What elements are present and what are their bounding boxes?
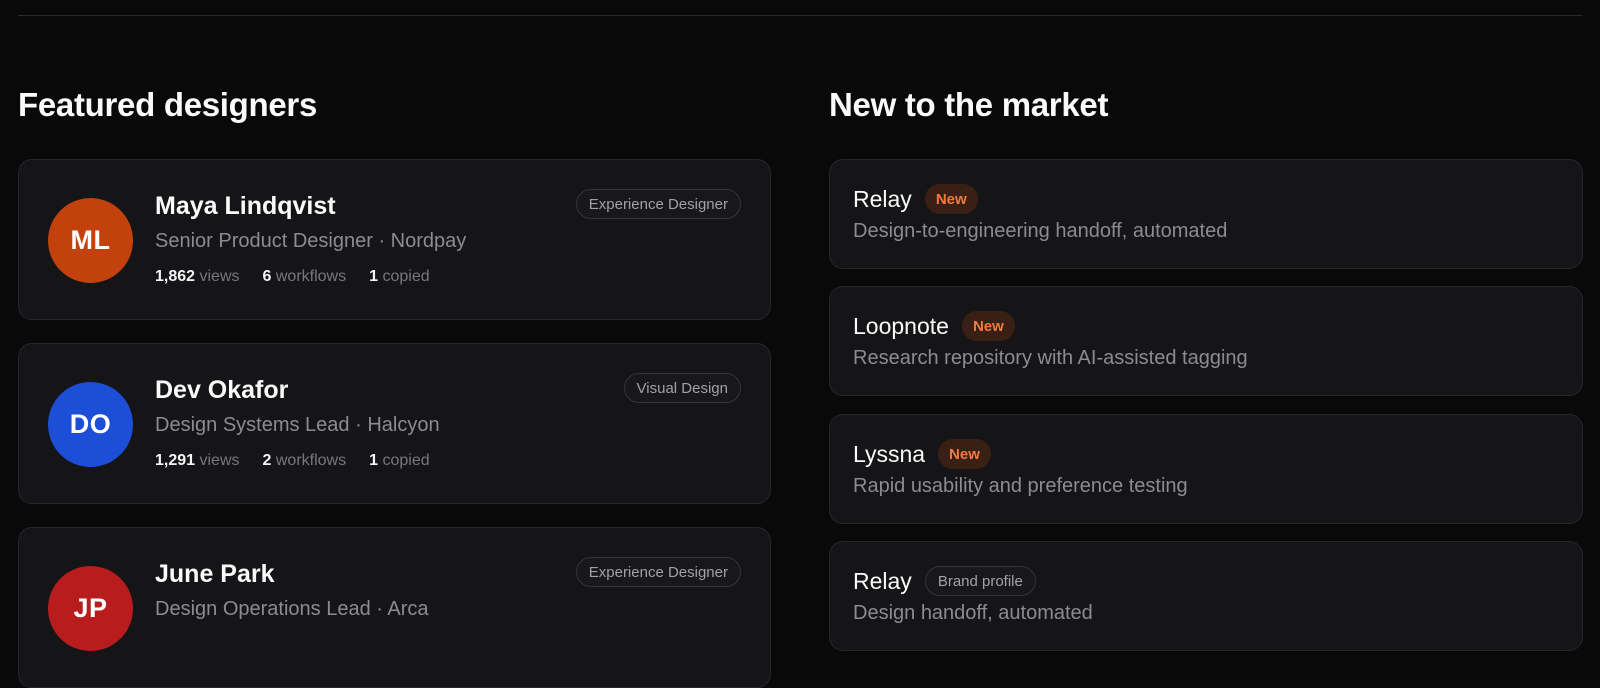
new-badge: New [938,439,991,469]
designer-tag[interactable]: Experience Designer [575,557,741,587]
workflows-stat: 6 workflows [263,268,347,286]
designer-card[interactable]: DO Dev Okafor Design Systems Lead · Halc… [18,343,771,504]
copied-stat: 1 copied [369,268,430,286]
workflows-count: 2 [262,452,272,469]
market-item-card[interactable]: Relay Brand profile Design handoff, auto… [829,541,1583,651]
brand-profile-badge[interactable]: Brand profile [924,566,1036,596]
designer-card[interactable]: JP June Park Design Operations Lead · Ar… [18,527,771,688]
designer-tag[interactable]: Experience Designer [575,189,741,219]
market-item-name[interactable]: Relay [853,186,912,213]
designer-role: Senior Product Designer · Nordpay [155,230,467,252]
new-to-market-title: New to the market [829,86,1109,123]
designer-name[interactable]: Dev Okafor [155,376,288,405]
designer-role: Design Systems Lead · Halcyon [155,414,440,436]
copied-label: copied [382,452,430,469]
market-item-header: Lyssna New [853,439,991,469]
market-item-description: Research repository with AI-assisted tag… [853,347,1248,369]
copied-count: 1 [369,452,379,469]
copied-label: copied [382,268,430,285]
views-stat: 1,862 views [155,268,240,286]
views-label: views [199,452,240,469]
views-count: 1,862 [155,268,196,285]
designer-stats: 1,862 views 6 workflows 1 copied [155,268,430,286]
copied-stat: 1 copied [369,452,430,470]
market-item-header: Relay Brand profile [853,566,1036,596]
market-item-name[interactable]: Lyssna [853,441,925,468]
designer-name[interactable]: June Park [155,560,275,589]
market-item-name[interactable]: Relay [853,568,912,595]
market-item-card[interactable]: Loopnote New Research repository with AI… [829,286,1583,396]
designer-stats: 1,291 views 2 workflows 1 copied [155,452,430,470]
market-item-description: Design-to-engineering handoff, automated [853,220,1228,242]
workflows-count: 6 [262,268,272,285]
market-item-header: Loopnote New [853,311,1015,341]
designer-role: Design Operations Lead · Arca [155,598,429,620]
views-count: 1,291 [155,452,196,469]
market-item-card[interactable]: Lyssna New Rapid usability and preferenc… [829,414,1583,524]
avatar: JP [48,566,133,651]
avatar: DO [48,382,133,467]
workflows-stat: 2 workflows [263,452,347,470]
designer-card[interactable]: ML Maya Lindqvist Senior Product Designe… [18,159,771,320]
top-divider [18,15,1583,16]
designer-tag[interactable]: Visual Design [623,373,741,403]
market-item-name[interactable]: Loopnote [853,313,949,340]
avatar: ML [48,198,133,283]
market-item-card[interactable]: Relay New Design-to-engineering handoff,… [829,159,1583,269]
market-item-description: Rapid usability and preference testing [853,475,1188,497]
market-item-description: Design handoff, automated [853,602,1093,624]
market-item-header: Relay New [853,184,978,214]
new-badge: New [961,311,1015,341]
new-badge: New [924,184,978,214]
featured-designers-title: Featured designers [18,86,318,123]
workflows-label: workflows [275,452,347,469]
designer-name[interactable]: Maya Lindqvist [155,192,336,221]
views-label: views [199,268,240,285]
workflows-label: workflows [275,268,347,285]
views-stat: 1,291 views [155,452,240,470]
copied-count: 1 [369,268,379,285]
